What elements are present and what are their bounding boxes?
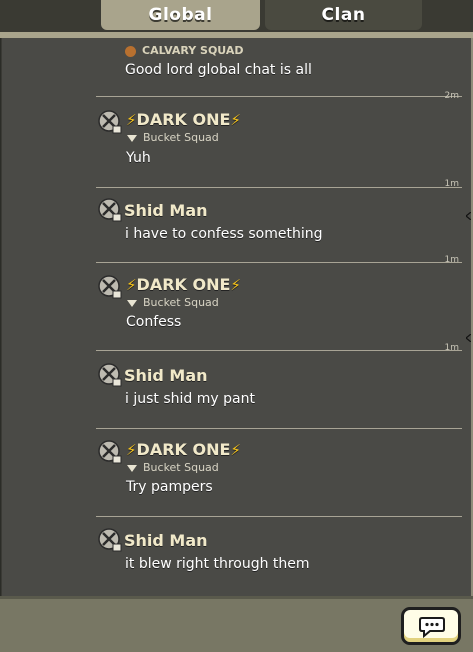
message-text: i just shid my pant: [125, 391, 255, 407]
player-name[interactable]: ⚡DARK ONE⚡: [126, 110, 241, 129]
clan-name[interactable]: Bucket Squad: [127, 131, 219, 144]
crossed-swords-icon: [98, 198, 122, 222]
divider: [96, 428, 462, 429]
player-name[interactable]: Shid Man: [124, 201, 208, 220]
divider: [96, 187, 462, 188]
tab-bar: Global Clan: [0, 0, 473, 38]
timestamp: 1m: [444, 179, 460, 189]
tab-global[interactable]: Global: [101, 0, 260, 30]
clan-name[interactable]: Bucket Squad: [127, 461, 219, 474]
crossed-swords-icon: [98, 110, 122, 134]
chevron-badge-icon: [127, 134, 137, 142]
lightning-bolt-icon: ⚡: [126, 276, 137, 294]
timestamp: 1m: [444, 255, 460, 265]
clan-name[interactable]: Bucket Squad: [127, 296, 219, 309]
divider: [96, 516, 462, 517]
chat-feed[interactable]: CALVARY SQUAD Good lord global chat is a…: [1, 38, 473, 596]
timestamp: 1m: [444, 343, 460, 353]
lightning-bolt-icon: ⚡: [126, 111, 137, 129]
divider: [96, 96, 462, 97]
clan-name: CALVARY SQUAD: [125, 44, 244, 57]
scroll-marker-icon: [466, 212, 471, 220]
player-name[interactable]: Shid Man: [124, 366, 208, 385]
message-text: i have to confess something: [125, 226, 323, 242]
message-text: it blew right through them: [125, 556, 310, 572]
player-name[interactable]: ⚡DARK ONE⚡: [126, 440, 241, 459]
message-text: Yuh: [126, 150, 151, 166]
divider: [96, 262, 462, 263]
bottom-bar-border: [0, 596, 473, 599]
tab-clan[interactable]: Clan: [265, 0, 422, 30]
chevron-badge-icon: [127, 464, 137, 472]
crossed-swords-icon: [98, 528, 122, 552]
crossed-swords-icon: [98, 275, 122, 299]
message-text: Confess: [126, 314, 182, 330]
scroll-marker-icon: [466, 334, 471, 342]
divider: [96, 350, 462, 351]
message-text: Try pampers: [126, 479, 213, 495]
open-chat-input-button[interactable]: [401, 607, 461, 645]
clan-badge-icon: [125, 45, 136, 57]
player-name[interactable]: Shid Man: [124, 531, 208, 550]
lightning-bolt-icon: ⚡: [230, 441, 241, 459]
chevron-badge-icon: [127, 299, 137, 307]
crossed-swords-icon: [98, 440, 122, 464]
crossed-swords-icon: [98, 363, 122, 387]
lightning-bolt-icon: ⚡: [230, 111, 241, 129]
timestamp: 2m: [444, 91, 460, 101]
lightning-bolt-icon: ⚡: [230, 276, 241, 294]
player-name[interactable]: ⚡DARK ONE⚡: [126, 275, 241, 294]
message-text: Good lord global chat is all: [125, 62, 312, 78]
speech-bubble-icon: [419, 617, 445, 638]
lightning-bolt-icon: ⚡: [126, 441, 137, 459]
